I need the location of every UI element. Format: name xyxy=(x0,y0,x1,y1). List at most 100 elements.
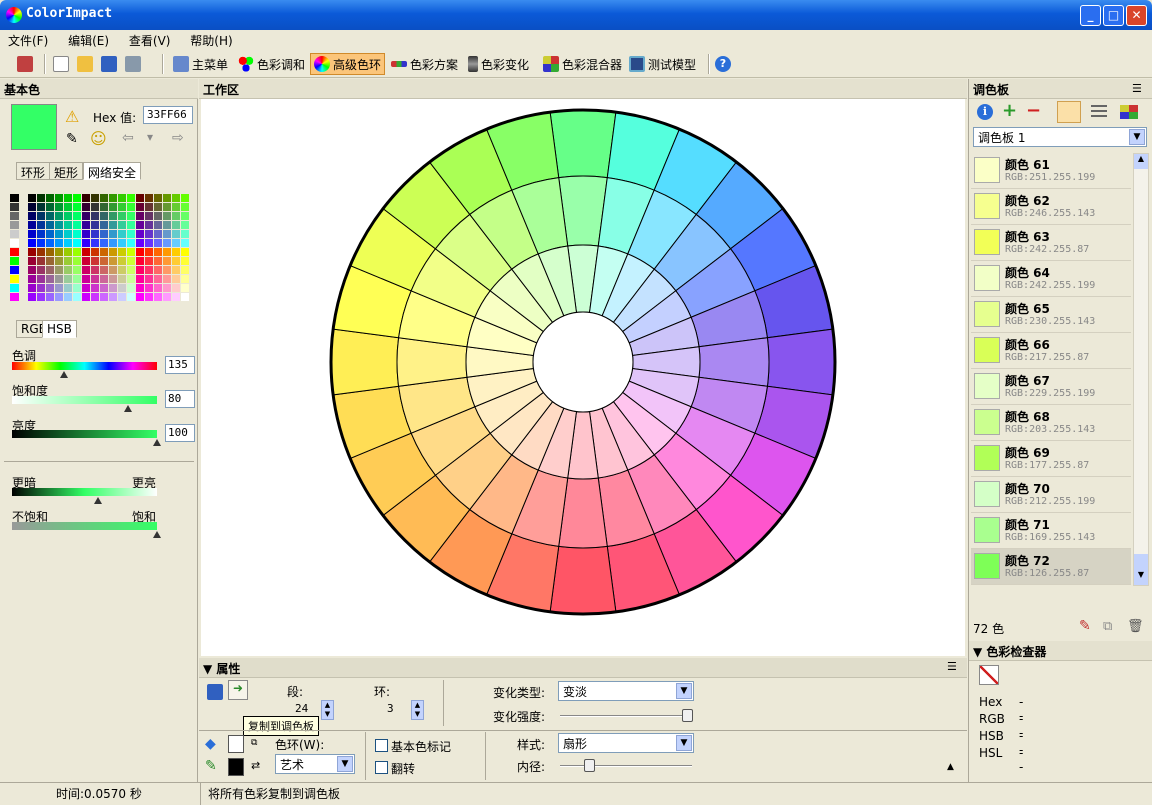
saturation-input[interactable]: 80 xyxy=(165,390,195,408)
save-icon[interactable] xyxy=(207,684,223,700)
fill-bucket-icon[interactable]: ◆ xyxy=(205,736,216,752)
saturation-adjust-slider[interactable] xyxy=(12,522,157,530)
pencil-icon[interactable]: ✎ xyxy=(205,758,217,774)
grid-view-icon[interactable] xyxy=(1120,105,1138,119)
segments-value[interactable]: 24 xyxy=(295,702,308,715)
list-large-view-icon[interactable] xyxy=(1057,101,1081,123)
brightness-slider[interactable] xyxy=(12,430,157,438)
palette-item[interactable]: 颜色 65 RGB:230.255.143 xyxy=(971,297,1131,333)
tab-hsb[interactable]: HSB xyxy=(42,320,77,338)
color-wheel[interactable] xyxy=(201,99,965,656)
exit-button[interactable] xyxy=(14,53,36,75)
palette-item[interactable]: 颜色 69 RGB:177.255.87 xyxy=(971,441,1131,477)
wheel-segment[interactable] xyxy=(766,328,836,396)
variation-strength-thumb[interactable] xyxy=(682,709,694,722)
wheel-segment[interactable] xyxy=(549,109,617,179)
collapse-icon[interactable]: ▲ xyxy=(947,762,954,772)
hue-slider[interactable] xyxy=(12,362,157,370)
wheel-type-select[interactable]: 艺术 ▼ xyxy=(275,754,355,774)
tab-ring[interactable]: 环形 xyxy=(16,162,51,180)
background-color-swatch[interactable] xyxy=(228,735,244,753)
saturation-thumb[interactable] xyxy=(124,405,132,412)
new-button[interactable] xyxy=(50,53,72,75)
help-button[interactable]: ? xyxy=(712,53,734,75)
color-mixer-button[interactable]: 色彩混合器 xyxy=(540,53,625,75)
brightness-input[interactable]: 100 xyxy=(165,424,195,442)
trash-icon[interactable]: 🗑 xyxy=(1127,619,1144,634)
wheel-canvas[interactable] xyxy=(201,99,965,656)
palette-select[interactable]: 调色板 1 ▼ xyxy=(973,127,1147,147)
menu-edit[interactable]: 编辑(E) xyxy=(60,30,117,51)
rings-value[interactable]: 3 xyxy=(387,702,394,715)
panel-menu-icon[interactable]: ☰ xyxy=(947,660,957,673)
saturation-slider[interactable] xyxy=(12,396,157,404)
palette-item[interactable]: 颜色 62 RGB:246.255.143 xyxy=(971,189,1131,225)
maximize-button[interactable]: □ xyxy=(1103,5,1124,26)
style-select[interactable]: 扇形 ▼ xyxy=(558,733,694,753)
add-icon[interactable]: + xyxy=(1002,100,1017,121)
hue-thumb[interactable] xyxy=(60,371,69,378)
variation-type-select[interactable]: 变淡 ▼ xyxy=(558,681,694,701)
close-button[interactable]: ✕ xyxy=(1126,5,1147,26)
rings-spinner[interactable]: ▲ ▼ xyxy=(411,700,424,720)
palette-item[interactable]: 颜色 70 RGB:212.255.199 xyxy=(971,477,1131,513)
inner-radius-slider[interactable] xyxy=(560,765,692,767)
line-color-swatch[interactable] xyxy=(228,758,244,776)
palette-list[interactable]: 颜色 61 RGB:251.255.199 颜色 62 RGB:246.255.143… xyxy=(971,153,1131,586)
dropdown-icon[interactable]: ▾ xyxy=(147,130,153,144)
hex-input[interactable]: 33FF66 xyxy=(143,106,193,124)
base-color-swatch[interactable] xyxy=(11,104,57,150)
palette-item[interactable]: 颜色 72 RGB:126.255.87 xyxy=(971,549,1131,585)
tab-websafe[interactable]: 网络安全 xyxy=(83,162,142,180)
swap-colors-icon[interactable]: ⇄ xyxy=(251,759,260,772)
main-menu-button[interactable]: 主菜单 xyxy=(170,53,231,75)
wheel-segment[interactable] xyxy=(549,545,617,615)
tab-rect[interactable]: 矩形 xyxy=(49,162,84,180)
menu-file[interactable]: 文件(F) xyxy=(0,30,56,51)
palette-item[interactable]: 颜色 63 RGB:242.255.87 xyxy=(971,225,1131,261)
palette-item[interactable]: 颜色 61 RGB:251.255.199 xyxy=(971,153,1131,189)
test-model-button[interactable]: 测试模型 xyxy=(626,53,699,75)
eyedropper-icon[interactable]: ✎ xyxy=(1079,618,1091,634)
back-arrow-icon[interactable]: ⇦ xyxy=(122,130,134,146)
saturation-adjust-thumb[interactable] xyxy=(153,531,161,538)
flip-checkbox[interactable] xyxy=(375,761,388,774)
color-variation-button[interactable]: 色彩变化 xyxy=(465,53,532,75)
menu-view[interactable]: 查看(V) xyxy=(121,30,179,51)
variation-strength-slider[interactable] xyxy=(560,715,692,717)
base-color-mark-checkbox[interactable] xyxy=(375,739,388,752)
list-small-view-icon[interactable] xyxy=(1091,105,1107,119)
open-button[interactable] xyxy=(74,53,96,75)
palette-scrollbar[interactable]: ▲ ▼ xyxy=(1133,153,1149,586)
swap-icon[interactable]: ⧉ xyxy=(251,738,257,748)
inner-radius-thumb[interactable] xyxy=(584,759,596,772)
info-icon[interactable]: i xyxy=(977,104,993,120)
hue-input[interactable]: 135 xyxy=(165,356,195,374)
minimize-button[interactable]: _ xyxy=(1080,5,1101,26)
palette-item[interactable]: 颜色 66 RGB:217.255.87 xyxy=(971,333,1131,369)
wheel-segment[interactable] xyxy=(330,328,400,396)
copy-to-palette-icon[interactable]: ➜ xyxy=(228,680,248,700)
darker-lighter-thumb[interactable] xyxy=(93,497,102,504)
websafe-palette[interactable] xyxy=(10,194,193,304)
color-harmony-button[interactable]: 色彩调和 xyxy=(235,53,308,75)
smiley-icon[interactable]: ☺ xyxy=(90,129,107,148)
checker-swatch[interactable] xyxy=(979,665,999,685)
forward-arrow-icon[interactable]: ⇨ xyxy=(172,130,184,146)
menu-help[interactable]: 帮助(H) xyxy=(182,30,240,51)
save-button[interactable] xyxy=(98,53,120,75)
palette-item[interactable]: 颜色 68 RGB:203.255.143 xyxy=(971,405,1131,441)
advanced-wheel-button[interactable]: 高级色环 xyxy=(310,53,386,75)
palette-item[interactable]: 颜色 67 RGB:229.255.199 xyxy=(971,369,1131,405)
color-scheme-button[interactable]: 色彩方案 xyxy=(388,53,461,75)
brightness-thumb[interactable] xyxy=(153,439,161,446)
segments-spinner[interactable]: ▲ ▼ xyxy=(321,700,334,720)
copy-icon[interactable]: ⧉ xyxy=(1103,619,1112,634)
palette-item[interactable]: 颜色 71 RGB:169.255.143 xyxy=(971,513,1131,549)
print-button[interactable] xyxy=(122,53,144,75)
eyedropper-icon[interactable]: ✎ xyxy=(66,131,78,147)
darker-lighter-slider[interactable] xyxy=(12,488,157,496)
palette-item[interactable]: 颜色 64 RGB:242.255.199 xyxy=(971,261,1131,297)
palette-menu-icon[interactable]: ☰ xyxy=(1132,82,1142,95)
remove-icon[interactable]: − xyxy=(1026,100,1041,121)
